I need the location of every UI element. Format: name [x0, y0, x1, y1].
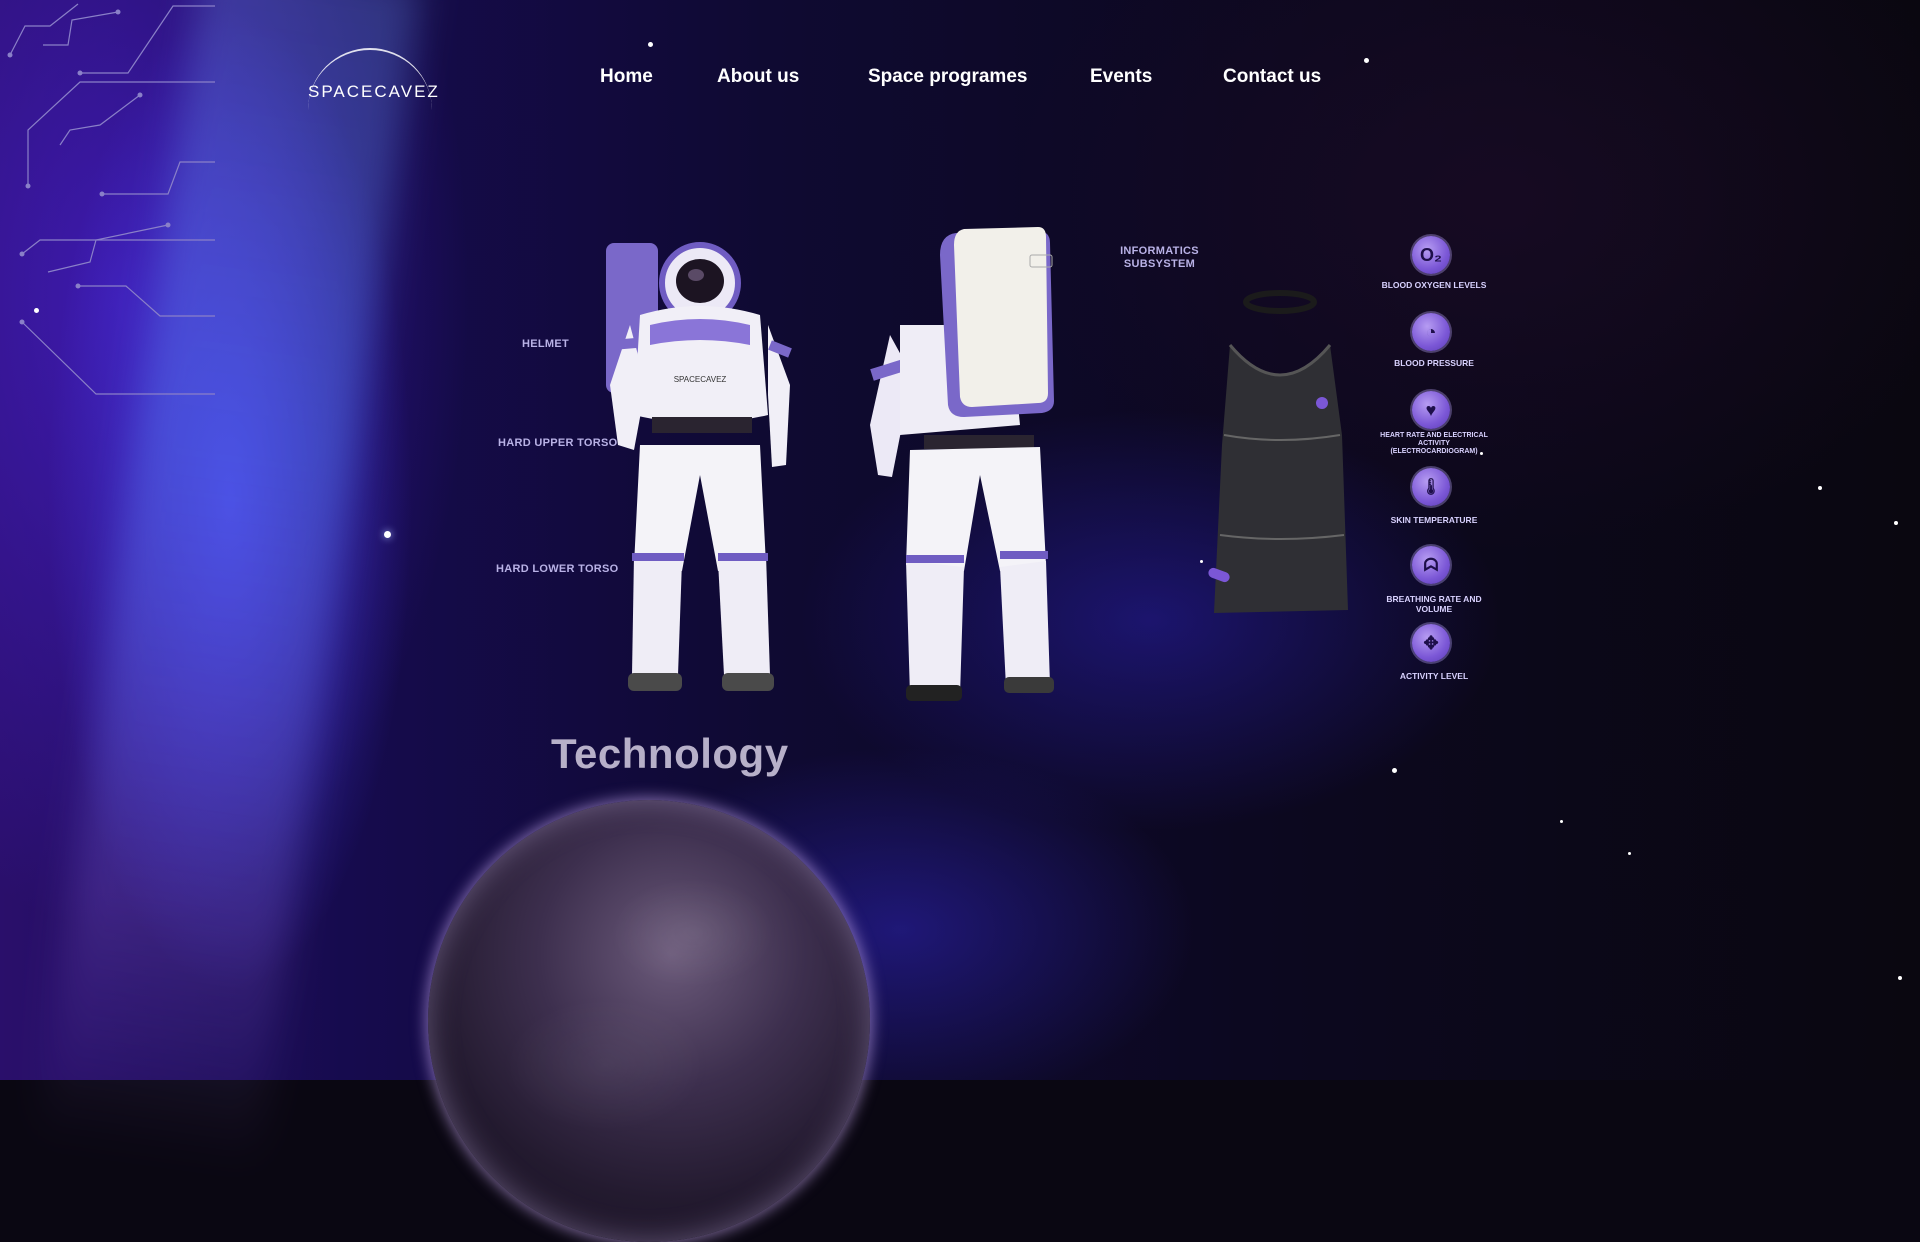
lungs-glyph: ᗣ — [1423, 554, 1439, 575]
label-informatics-subsystem: INFORMATICS SUBSYSTEM — [1120, 245, 1199, 270]
thermometer-glyph: 🌡 — [1420, 479, 1442, 496]
suit-chest-text: SPACECAVEZ — [674, 375, 727, 384]
nav-events[interactable]: Events — [1090, 66, 1152, 88]
label-blood-oxygen: BLOOD OXYGEN LEVELS — [1381, 280, 1487, 290]
spacesuit-back-illustration — [870, 227, 1054, 701]
spacesuit-back — [860, 225, 1110, 710]
label-hard-upper-torso: HARD UPPER TORSO — [498, 437, 618, 449]
biometric-shirt-illustration — [1208, 290, 1348, 613]
thermometer-icon: 🌡 — [1412, 468, 1450, 506]
gauge-icon: ◔ — [1412, 313, 1450, 351]
nav-space-programes[interactable]: Space programes — [868, 66, 1027, 88]
o2-icon: O₂ — [1412, 236, 1450, 274]
label-hard-lower-torso: HARD LOWER TORSO — [496, 563, 619, 575]
activity-glyph: ✥ — [1423, 632, 1439, 653]
spacesuit-front: SPACECAVEZ — [600, 235, 810, 705]
section-title: Technology — [551, 730, 789, 777]
activity-icon: ✥ — [1412, 624, 1450, 662]
label-heart-rate: HEART RATE AND ELECTRICAL ACTIVITY (ELEC… — [1380, 432, 1488, 455]
label-helmet: HELMET — [522, 338, 570, 350]
nav-about-us[interactable]: About us — [717, 66, 799, 88]
biometric-shirt — [1200, 285, 1360, 615]
gauge-glyph: ◔ — [1425, 321, 1437, 342]
label-blood-pressure: BLOOD PRESSURE — [1394, 358, 1474, 368]
planet-graphic — [428, 800, 870, 1242]
lungs-icon: ᗣ — [1412, 546, 1450, 584]
spacesuit-front-illustration: SPACECAVEZ — [606, 242, 792, 691]
nav-contact-us[interactable]: Contact us — [1223, 66, 1321, 88]
label-activity-level: ACTIVITY LEVEL — [1399, 671, 1469, 681]
heart-glyph: ♥ — [1425, 399, 1437, 420]
nav-home[interactable]: Home — [600, 66, 653, 88]
label-skin-temperature: SKIN TEMPERATURE — [1390, 515, 1478, 525]
main-nav: Home About us Space programes Events Con… — [0, 66, 1920, 96]
heart-icon: ♥ — [1412, 391, 1450, 429]
label-breathing-rate: BREATHING RATE AND VOLUME — [1386, 594, 1482, 614]
o2-glyph: O₂ — [1420, 244, 1442, 265]
